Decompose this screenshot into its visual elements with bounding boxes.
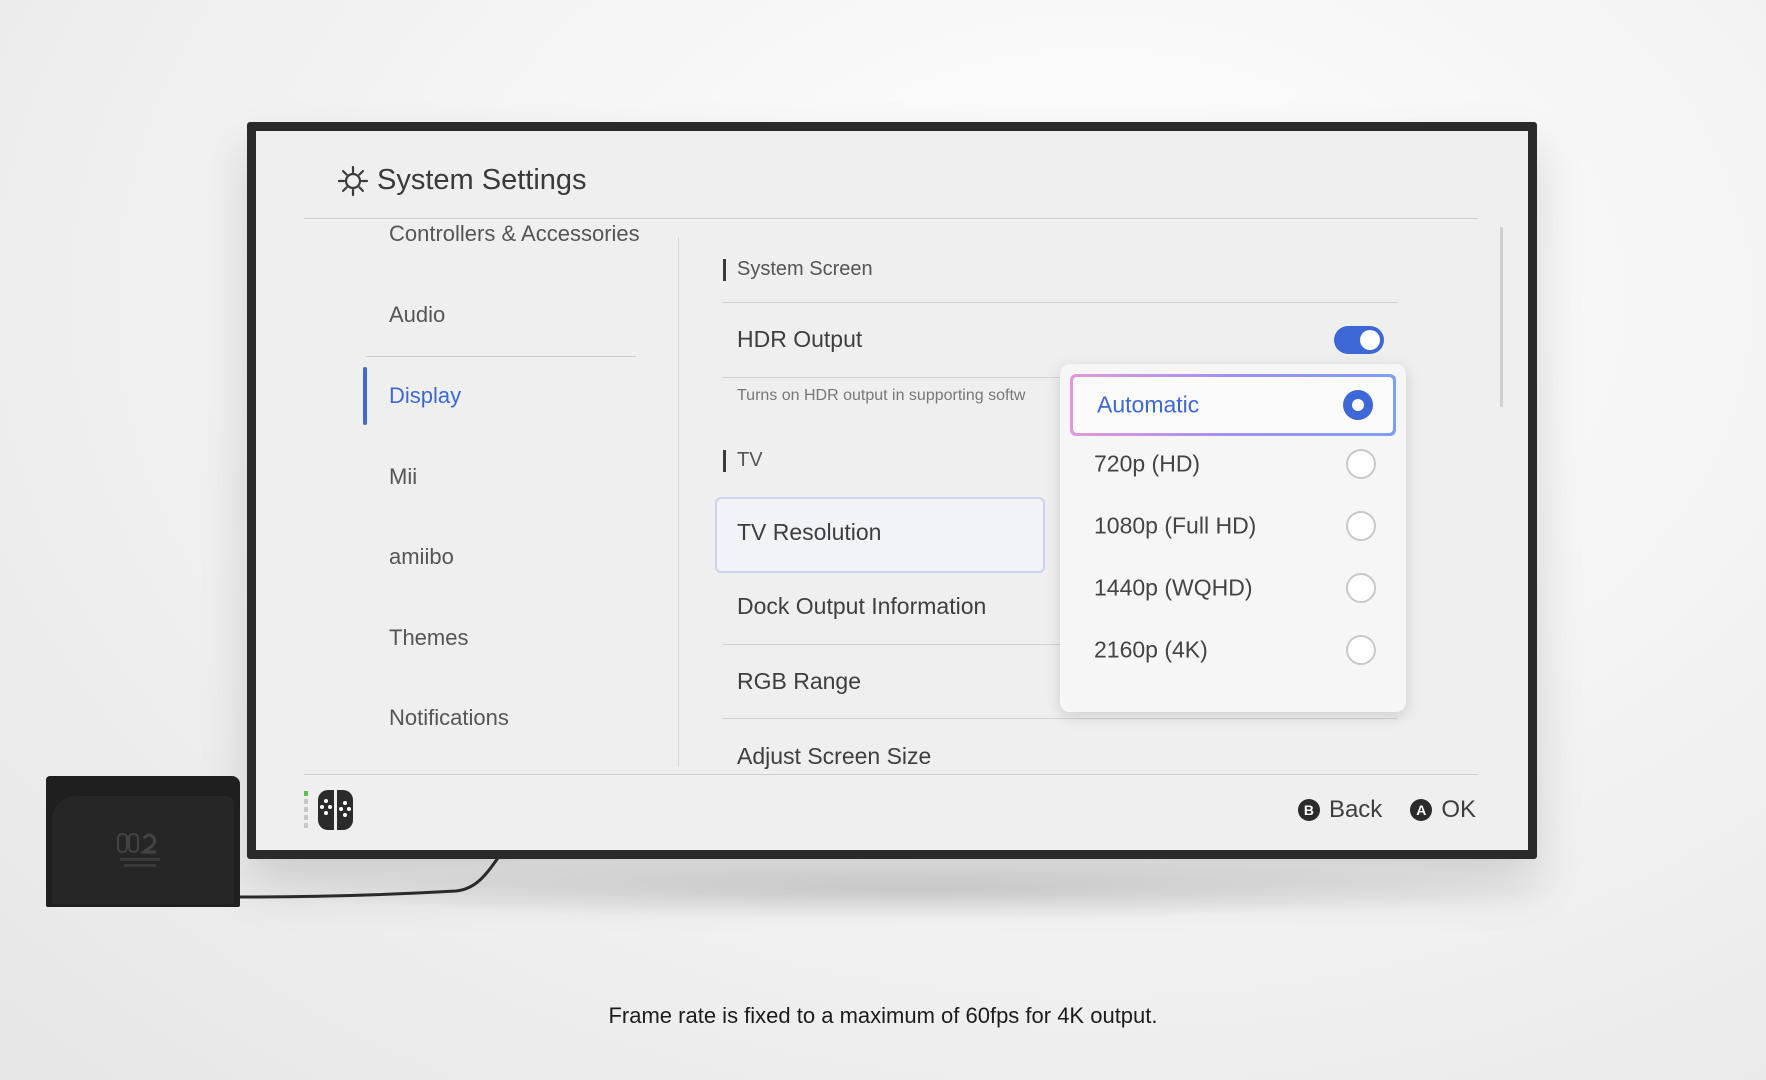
- radio-empty-icon: [1346, 573, 1376, 603]
- resolution-option-1440p[interactable]: 1440p (WQHD): [1070, 557, 1396, 619]
- scrollbar[interactable]: [1500, 227, 1503, 407]
- radio-empty-icon: [1346, 449, 1376, 479]
- footer-divider: [304, 774, 1478, 775]
- rgb-range-item[interactable]: RGB Range: [737, 668, 861, 695]
- sidebar-divider: [366, 356, 636, 357]
- option-label: 720p (HD): [1094, 450, 1201, 477]
- section-marker: [723, 449, 726, 472]
- resolution-option-automatic[interactable]: Automatic: [1070, 374, 1396, 436]
- hdr-output-label[interactable]: HDR Output: [737, 326, 862, 353]
- option-label: Automatic: [1097, 391, 1200, 418]
- sidebar-item-amiibo[interactable]: amiibo: [389, 544, 454, 570]
- switch2-logo-icon: [117, 833, 160, 867]
- tv-screen: System Settings Controllers & Accessorie…: [256, 131, 1528, 850]
- section-heading-tv: TV: [723, 449, 763, 472]
- sidebar-item-display[interactable]: Display: [389, 383, 461, 409]
- resolution-option-2160p[interactable]: 2160p (4K): [1070, 619, 1396, 681]
- caption-text: Frame rate is fixed to a maximum of 60fp…: [608, 1003, 1158, 1028]
- hdmi-cable: [236, 855, 502, 899]
- option-label: 2160p (4K): [1094, 636, 1208, 663]
- sidebar-item-themes[interactable]: Themes: [389, 625, 468, 651]
- gear-icon: [337, 165, 369, 196]
- tv-frame: System Settings Controllers & Accessorie…: [247, 122, 1537, 859]
- resolution-option-720p[interactable]: 720p (HD): [1070, 433, 1396, 495]
- section-heading-label: TV: [737, 449, 763, 471]
- sidebar-item-audio[interactable]: Audio: [389, 302, 445, 328]
- sidebar-content-divider: [678, 237, 679, 767]
- back-button[interactable]: B Back: [1297, 796, 1383, 824]
- hdr-output-hint: Turns on HDR output in supporting softw: [737, 387, 1026, 404]
- settings-header: System Settings: [337, 164, 587, 197]
- tv-resolution-dropdown: Automatic 720p (HD) 1080p (Full HD) 1440…: [1060, 364, 1406, 712]
- toggle-knob: [1360, 330, 1380, 350]
- ok-button[interactable]: A OK: [1410, 796, 1476, 824]
- option-label: 1440p (WQHD): [1094, 574, 1253, 601]
- section-heading-label: System Screen: [737, 258, 873, 280]
- adjust-screen-size-item[interactable]: Adjust Screen Size: [737, 743, 931, 770]
- sidebar-item-controllers[interactable]: Controllers & Accessories: [389, 221, 640, 247]
- row-divider: [722, 302, 1398, 303]
- hdr-output-toggle[interactable]: [1334, 326, 1384, 354]
- dock-output-info-item[interactable]: Dock Output Information: [737, 593, 986, 620]
- resolution-option-1080p[interactable]: 1080p (Full HD): [1070, 495, 1396, 557]
- option-label: 1080p (Full HD): [1094, 512, 1257, 539]
- joycon-icon: [304, 790, 353, 830]
- tv-resolution-label[interactable]: TV Resolution: [737, 519, 881, 546]
- b-button-icon: B: [1297, 799, 1320, 821]
- back-label: Back: [1328, 796, 1383, 823]
- header-divider: [304, 218, 1478, 219]
- sidebar-item-notifications[interactable]: Notifications: [389, 705, 509, 731]
- radio-empty-icon: [1346, 511, 1376, 541]
- radio-empty-icon: [1346, 635, 1376, 665]
- sidebar-item-mii[interactable]: Mii: [389, 464, 417, 490]
- section-heading-system-screen: System Screen: [723, 258, 873, 281]
- option-inner: Automatic: [1073, 377, 1393, 433]
- switch-dock: [46, 776, 240, 907]
- sidebar-active-indicator: [363, 367, 367, 425]
- ok-label: OK: [1441, 796, 1476, 823]
- footer-actions: B Back A OK: [1270, 796, 1476, 824]
- radio-selected-icon: [1343, 390, 1373, 420]
- section-marker: [723, 258, 726, 281]
- page-title: System Settings: [377, 164, 587, 196]
- row-divider: [722, 718, 1398, 719]
- a-button-icon: A: [1410, 799, 1433, 821]
